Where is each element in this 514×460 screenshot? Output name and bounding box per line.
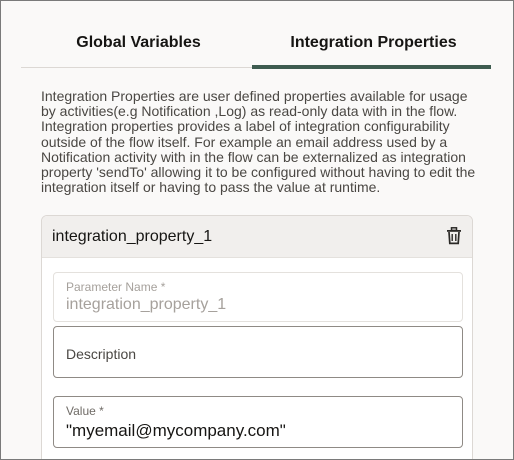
description-placeholder: Description bbox=[66, 346, 137, 362]
tab-bar: Global Variables Integration Properties bbox=[21, 19, 491, 69]
trash-icon[interactable] bbox=[446, 227, 462, 245]
parameter-name-value: integration_property_1 bbox=[66, 296, 227, 313]
value-label: Value * bbox=[66, 404, 104, 418]
description-field[interactable]: Description bbox=[53, 326, 463, 378]
active-tab-indicator bbox=[252, 65, 491, 69]
integration-properties-description: Integration Properties are user defined … bbox=[41, 88, 476, 196]
parameter-name-label: Parameter Name * bbox=[66, 280, 166, 294]
integration-properties-panel: Global Variables Integration Properties … bbox=[0, 0, 514, 460]
property-card-header: integration_property_1 bbox=[42, 216, 472, 258]
tab-integration-properties[interactable]: Integration Properties bbox=[256, 19, 491, 67]
tab-global-variables[interactable]: Global Variables bbox=[21, 19, 256, 67]
tab-global-variables-label: Global Variables bbox=[76, 34, 201, 51]
property-card: integration_property_1 Parameter Name * … bbox=[41, 215, 473, 459]
property-card-title: integration_property_1 bbox=[52, 228, 213, 245]
value-field[interactable]: Value * "myemail@mycompany.com" bbox=[53, 396, 463, 448]
value-input[interactable]: "myemail@mycompany.com" bbox=[66, 421, 451, 441]
tab-integration-properties-label: Integration Properties bbox=[290, 34, 457, 51]
parameter-name-field[interactable]: Parameter Name * integration_property_1 bbox=[53, 272, 463, 322]
